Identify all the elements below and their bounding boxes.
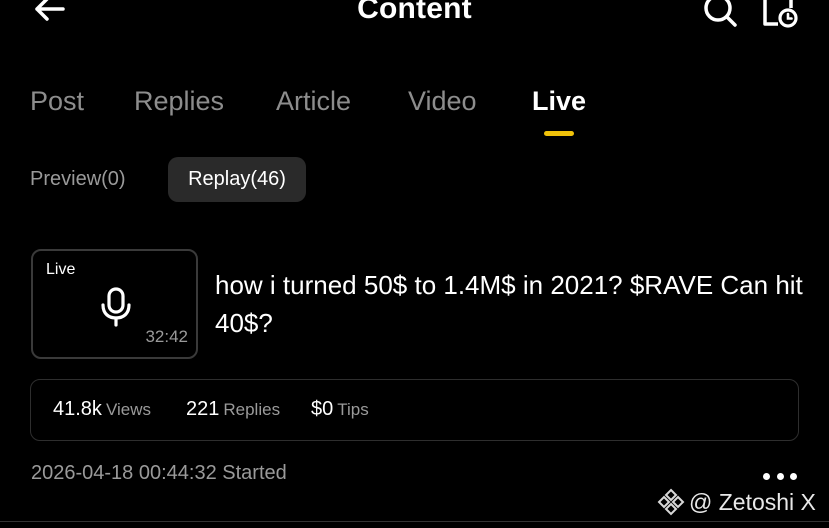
replies-stat: 221 Replies xyxy=(186,398,280,421)
binance-logo-icon xyxy=(657,488,685,516)
tips-label: Tips xyxy=(337,400,369,419)
tips-stat: $0 Tips xyxy=(311,398,369,421)
bottom-divider xyxy=(0,521,829,522)
more-dot xyxy=(776,472,784,480)
search-button[interactable] xyxy=(702,0,740,28)
tab-article[interactable]: Article xyxy=(276,86,351,117)
tab-live[interactable]: Live xyxy=(532,86,586,117)
replies-value: 221 xyxy=(186,398,220,420)
tab-video[interactable]: Video xyxy=(408,86,477,117)
subtab-preview[interactable]: Preview(0) xyxy=(30,168,126,191)
live-stats-box: 41.8k Views 221 Replies $0 Tips xyxy=(30,379,799,441)
tips-value: $0 xyxy=(311,398,334,420)
calendar-history-button[interactable] xyxy=(760,0,800,30)
calendar-clock-icon xyxy=(763,0,798,28)
views-stat: 41.8k Views xyxy=(53,398,151,421)
views-label: Views xyxy=(105,400,151,419)
more-dots-icon xyxy=(763,472,770,480)
started-timestamp: 2026-04-18 00:44:32 Started xyxy=(31,462,287,484)
microphone-icon xyxy=(101,287,131,327)
live-duration: 32:42 xyxy=(145,327,188,346)
tab-replies[interactable]: Replies xyxy=(134,86,224,117)
search-icon xyxy=(704,0,737,27)
tab-post[interactable]: Post xyxy=(30,86,84,117)
active-tab-indicator xyxy=(544,131,574,136)
subtab-replay[interactable]: Replay(46) xyxy=(168,157,306,202)
more-options-button[interactable] xyxy=(763,470,797,482)
more-dot xyxy=(790,472,797,480)
views-value: 41.8k xyxy=(53,398,102,420)
live-badge: Live xyxy=(46,261,76,278)
live-title[interactable]: how i turned 50$ to 1.4M$ in 2021? $RAVE… xyxy=(215,266,815,342)
watermark: @ Zetoshi X xyxy=(657,488,816,516)
watermark-text: @ Zetoshi X xyxy=(689,488,816,515)
replies-label: Replies xyxy=(223,400,281,419)
live-thumbnail[interactable]: Live 32:42 xyxy=(31,249,198,359)
